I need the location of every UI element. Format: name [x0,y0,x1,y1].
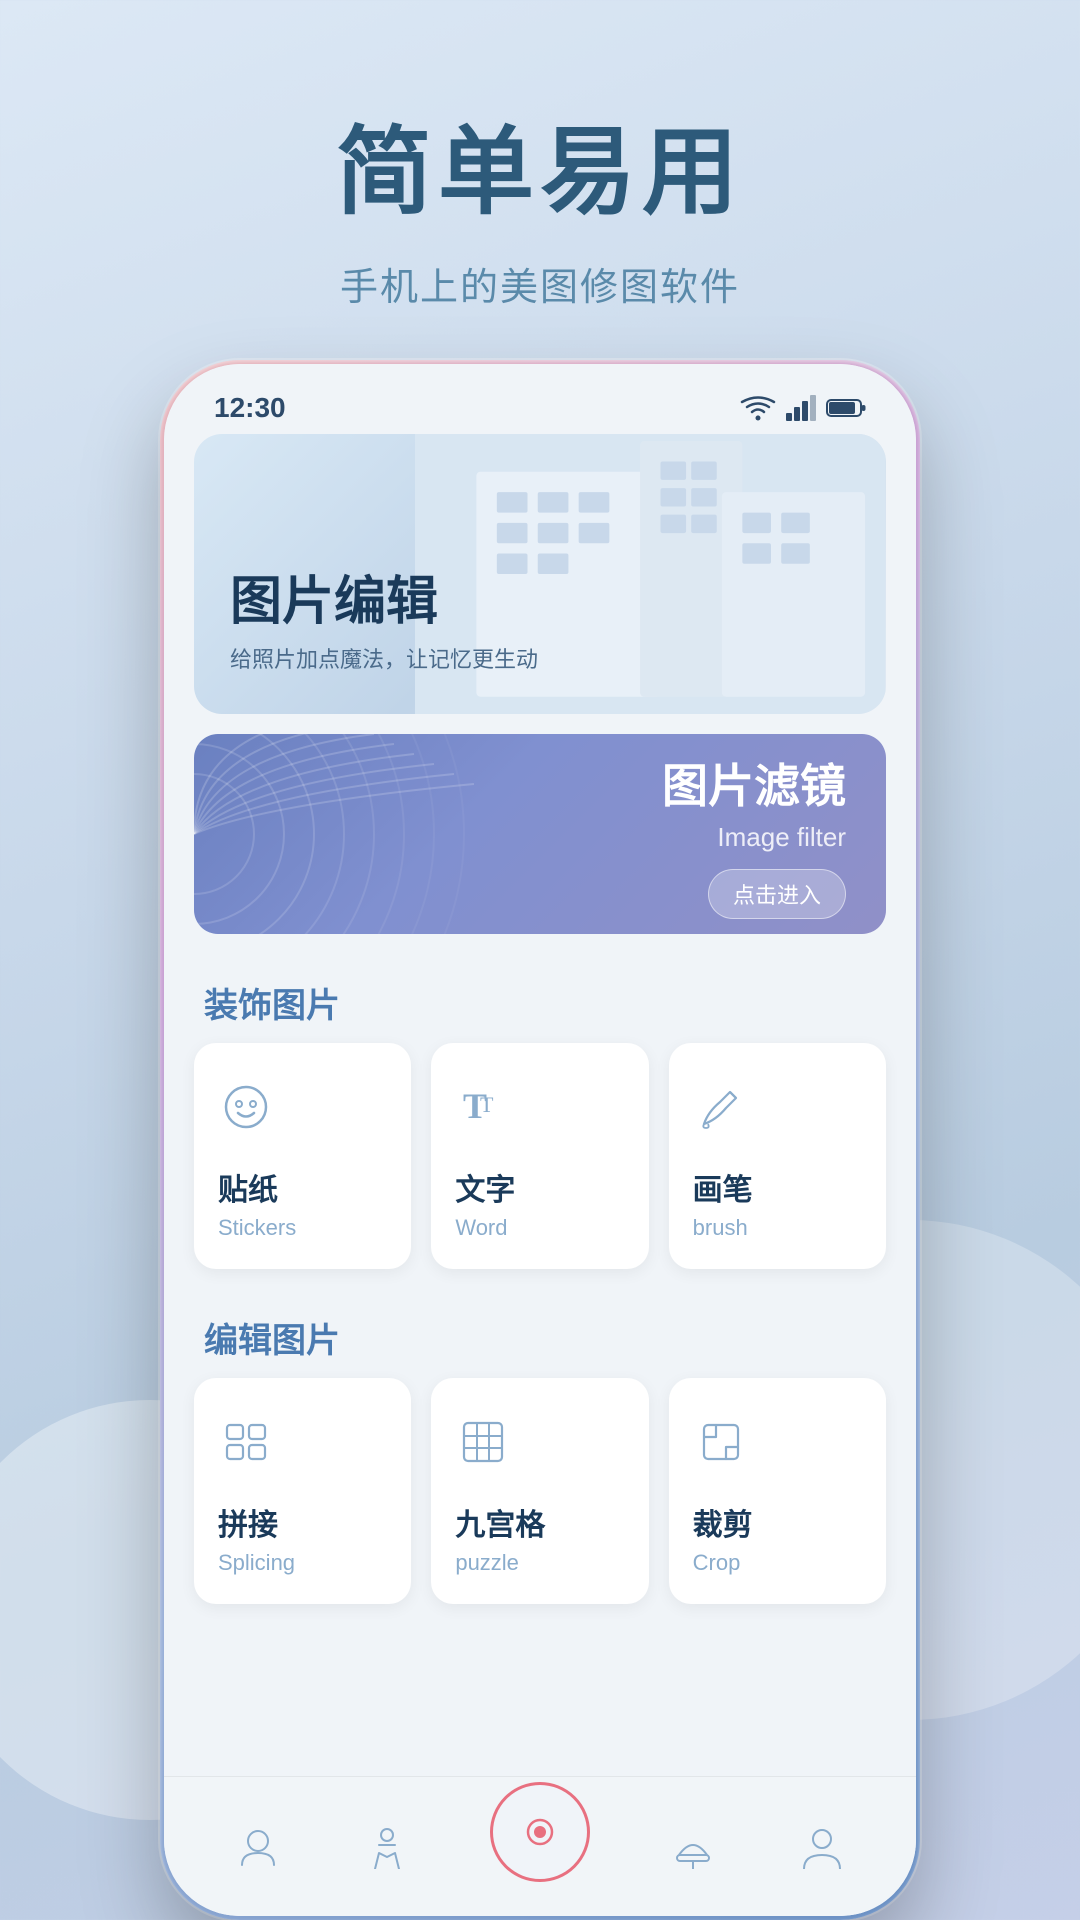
phone-inner: 12:30 [164,364,916,1916]
decorate-feature-grid: 贴纸 Stickers T T 文字 Word [164,1043,916,1289]
bottom-nav [164,1776,916,1916]
phone-screen: 12:30 [164,364,916,1916]
filter-subtitle: Image filter [662,822,846,853]
signal-icon [786,395,816,421]
sticker-name-en: Stickers [218,1215,387,1241]
splice-name-cn: 拼接 [218,1500,387,1544]
hero-subtitle: 手机上的美图修图软件 [0,256,1080,311]
crop-name-cn: 裁剪 [693,1500,862,1544]
brush-name-cn: 画笔 [693,1165,862,1209]
figure-nav-icon [361,1821,413,1873]
nav-item-hat[interactable] [667,1821,719,1873]
nav-item-profile[interactable] [796,1821,848,1873]
battery-icon [826,397,866,419]
text-name-en: Word [455,1215,624,1241]
text-card[interactable]: T T 文字 Word [431,1043,648,1269]
hero-title: 简单易用 [0,120,1080,226]
brush-name-en: brush [693,1215,862,1241]
filter-title: 图片滤镜 [662,750,846,816]
edit-section-label: 编辑图片 [164,1289,916,1378]
phone-frame: 12:30 [160,360,920,1920]
wifi-icon [740,395,776,421]
filter-enter-button[interactable]: 点击进入 [708,869,846,919]
crop-card[interactable]: 裁剪 Crop [669,1378,886,1604]
banner-text: 图片编辑 给照片加点魔法，让记忆更生动 [230,559,538,674]
profile-nav-icon [796,1821,848,1873]
face-nav-icon [232,1821,284,1873]
center-nav-button[interactable] [490,1782,590,1882]
nav-item-figure[interactable] [361,1821,413,1873]
splice-name-en: Splicing [218,1550,387,1576]
grid-name-en: puzzle [455,1550,624,1576]
brush-card[interactable]: 画笔 brush [669,1043,886,1269]
svg-text:T: T [480,1092,494,1117]
edit-feature-grid: 拼接 Splicing [164,1378,916,1624]
brush-icon [693,1079,749,1135]
hero-section: 简单易用 手机上的美图修图软件 [0,0,1080,311]
banner-sub-title: 给照片加点魔法，让记忆更生动 [230,642,538,674]
filter-arc-decoration [194,734,474,934]
decorate-section-label: 装饰图片 [164,954,916,1043]
sticker-icon [218,1079,274,1135]
hero-banner: 图片编辑 给照片加点魔法，让记忆更生动 [194,434,886,714]
hat-nav-icon [667,1821,719,1873]
text-icon: T T [455,1079,511,1135]
splice-card[interactable]: 拼接 Splicing [194,1378,411,1604]
grid-card[interactable]: 九宫格 puzzle [431,1378,648,1604]
banner-main-title: 图片编辑 [230,559,538,634]
crop-name-en: Crop [693,1550,862,1576]
nav-item-center[interactable] [490,1812,590,1882]
status-icons [740,395,866,421]
crop-icon [693,1414,749,1470]
status-bar: 12:30 [164,364,916,434]
grid-name-cn: 九宫格 [455,1500,624,1544]
status-time: 12:30 [214,392,286,424]
splice-icon [218,1414,274,1470]
grid-icon [455,1414,511,1470]
sticker-name-cn: 贴纸 [218,1165,387,1209]
text-name-cn: 文字 [455,1165,624,1209]
phone-wrapper: 12:30 [160,360,920,1920]
filter-text: 图片滤镜 Image filter 点击进入 [662,750,846,919]
filter-card[interactable]: 图片滤镜 Image filter 点击进入 [194,734,886,934]
sticker-card[interactable]: 贴纸 Stickers [194,1043,411,1269]
nav-item-face[interactable] [232,1821,284,1873]
